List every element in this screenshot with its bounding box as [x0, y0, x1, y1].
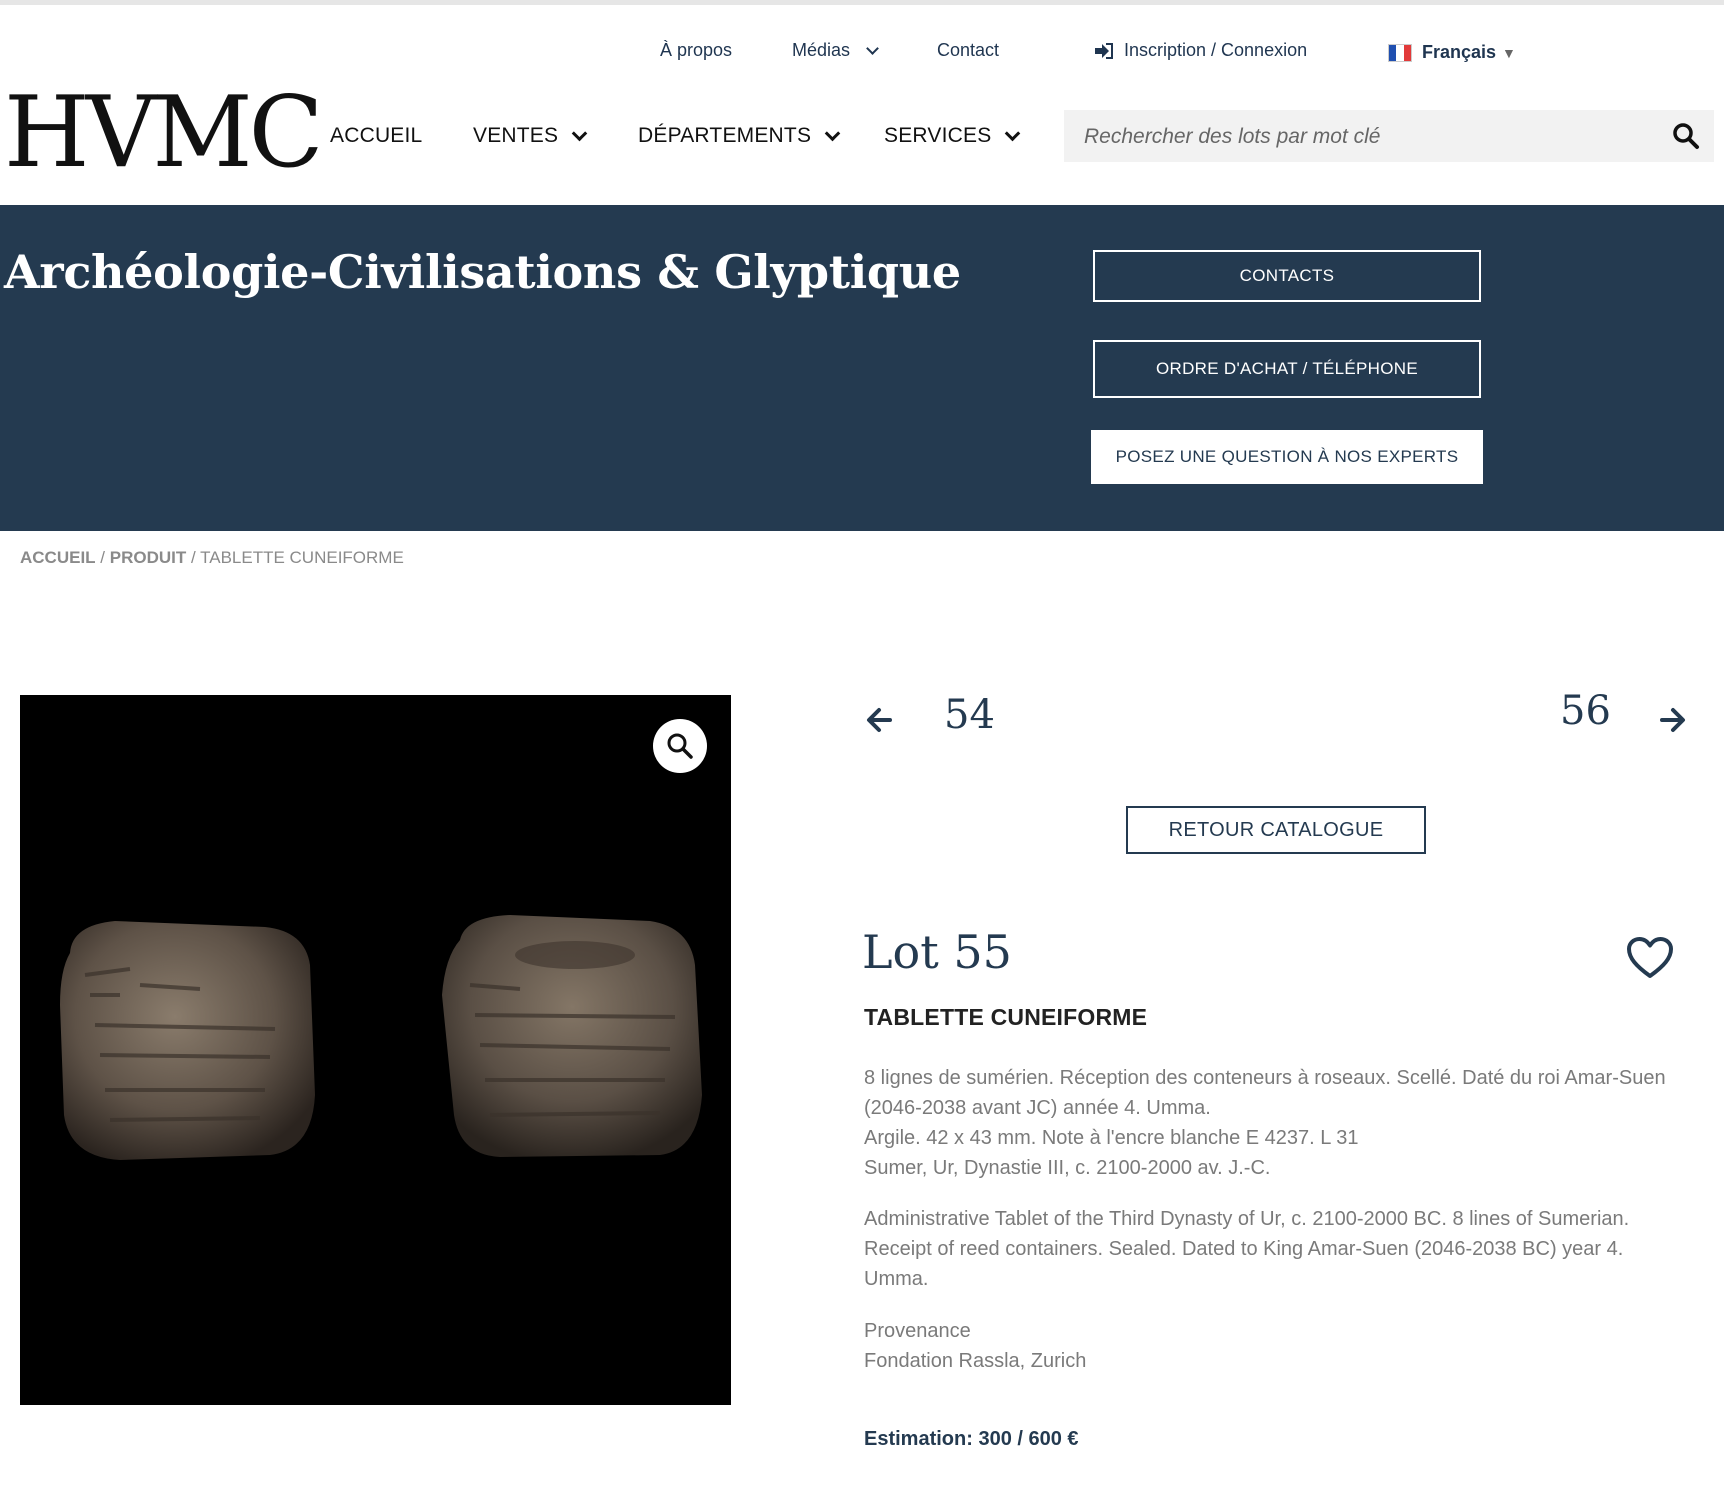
nav-home[interactable]: ACCUEIL	[330, 124, 422, 148]
chevron-down-icon	[1005, 125, 1021, 142]
nav-about[interactable]: À propos	[660, 40, 732, 61]
breadcrumb-current: TABLETTE CUNEIFORME	[200, 548, 404, 567]
zoom-button[interactable]	[653, 719, 707, 773]
caret-down-icon: ▼	[1502, 44, 1516, 61]
heart-icon[interactable]	[1626, 936, 1674, 980]
estimate: Estimation: 300 / 600 €	[864, 1428, 1079, 1450]
description-material: Argile. 42 x 43 mm. Note à l'encre blanc…	[864, 1127, 1359, 1149]
description-french: 8 lignes de sumérien. Réception des cont…	[864, 1067, 1666, 1119]
description-origin: Sumer, Ur, Dynastie III, c. 2100-2000 av…	[864, 1157, 1271, 1179]
contacts-button[interactable]: CONTACTS	[1093, 250, 1481, 302]
breadcrumb-product[interactable]: PRODUIT	[110, 548, 187, 567]
nav-contact[interactable]: Contact	[937, 40, 999, 61]
search-icon[interactable]	[1672, 122, 1700, 150]
breadcrumb-home[interactable]: ACCUEIL	[20, 548, 96, 567]
cuneiform-tablet-photo	[20, 695, 731, 1405]
search-input[interactable]	[1082, 110, 1646, 164]
provenance-value: Fondation Rassla, Zurich	[864, 1350, 1087, 1372]
breadcrumb-separator: /	[95, 548, 110, 567]
arrow-left-icon[interactable]	[864, 705, 894, 735]
site-logo[interactable]: HVMC	[4, 84, 324, 182]
nav-about-label: À propos	[660, 40, 733, 60]
next-lot-number[interactable]: 56	[1560, 688, 1611, 734]
back-to-catalogue-button[interactable]: RETOUR CATALOGUE	[1126, 806, 1426, 854]
chevron-down-icon	[824, 125, 841, 142]
product-image[interactable]	[20, 695, 731, 1405]
arrow-right-icon[interactable]	[1658, 705, 1688, 735]
nav-services-label: SERVICES	[884, 124, 992, 147]
department-header: Archéologie-Civilisations & Glyptique CO…	[0, 205, 1724, 531]
magnifier-icon	[667, 733, 693, 759]
lot-name: TABLETTE CUNEIFORME	[864, 1004, 1148, 1030]
login-link[interactable]: Inscription / Connexion	[1094, 40, 1307, 61]
french-flag-icon	[1388, 43, 1412, 62]
chevron-down-icon	[571, 125, 588, 142]
chevron-down-icon	[866, 41, 879, 55]
search-bar	[1064, 110, 1714, 164]
sign-in-icon	[1095, 42, 1113, 59]
breadcrumb: ACCUEIL / PRODUIT / TABLETTE CUNEIFORME	[20, 548, 404, 568]
description-english: Administrative Tablet of the Third Dynas…	[864, 1208, 1630, 1290]
language-label: Français	[1422, 42, 1497, 62]
nav-contact-label: Contact	[937, 40, 1000, 60]
nav-departments[interactable]: DÉPARTEMENTS	[638, 124, 841, 148]
purchase-order-button[interactable]: ORDRE D'ACHAT / TÉLÉPHONE	[1093, 340, 1481, 398]
ask-experts-button[interactable]: POSEZ UNE QUESTION À NOS EXPERTS	[1091, 430, 1483, 484]
nav-sales[interactable]: VENTES	[473, 124, 588, 148]
login-label: Inscription / Connexion	[1124, 40, 1308, 60]
breadcrumb-separator: /	[186, 548, 201, 567]
provenance-label: Provenance	[864, 1320, 971, 1342]
previous-lot-number[interactable]: 54	[944, 692, 995, 738]
lot-title: Lot 55	[862, 925, 1012, 979]
nav-home-label: ACCUEIL	[330, 124, 423, 147]
nav-media-label: Médias	[792, 40, 851, 60]
top-divider	[0, 0, 1724, 5]
nav-departments-label: DÉPARTEMENTS	[638, 124, 812, 147]
nav-media[interactable]: Médias	[792, 40, 879, 61]
language-selector[interactable]: Français ▼	[1388, 42, 1516, 63]
department-title: Archéologie-Civilisations & Glyptique	[4, 245, 961, 299]
nav-services[interactable]: SERVICES	[884, 124, 1021, 148]
nav-sales-label: VENTES	[473, 124, 559, 147]
